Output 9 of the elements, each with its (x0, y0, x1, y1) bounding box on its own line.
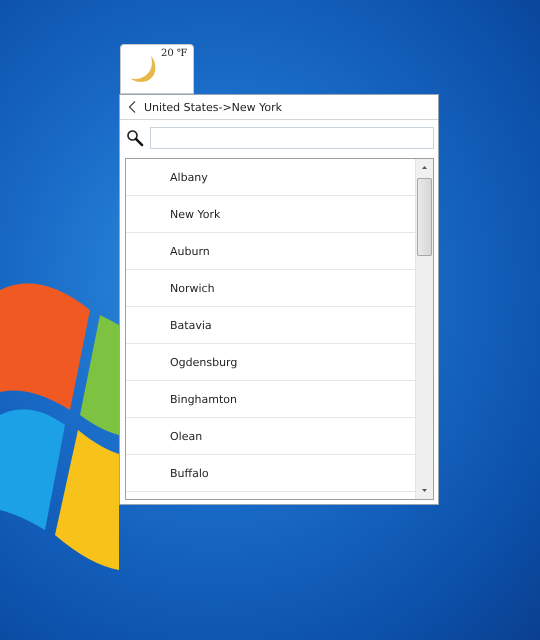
weather-gadget[interactable]: 20 ℉ (120, 44, 194, 94)
search-icon (126, 129, 144, 147)
temperature: 20 ℉ (161, 48, 188, 59)
scroll-thumb[interactable] (417, 178, 432, 256)
search-field[interactable] (150, 127, 434, 149)
scrollbar[interactable] (415, 159, 433, 499)
breadcrumb: United States->New York (144, 100, 282, 114)
back-icon[interactable] (128, 101, 136, 113)
moon-icon (129, 54, 157, 84)
